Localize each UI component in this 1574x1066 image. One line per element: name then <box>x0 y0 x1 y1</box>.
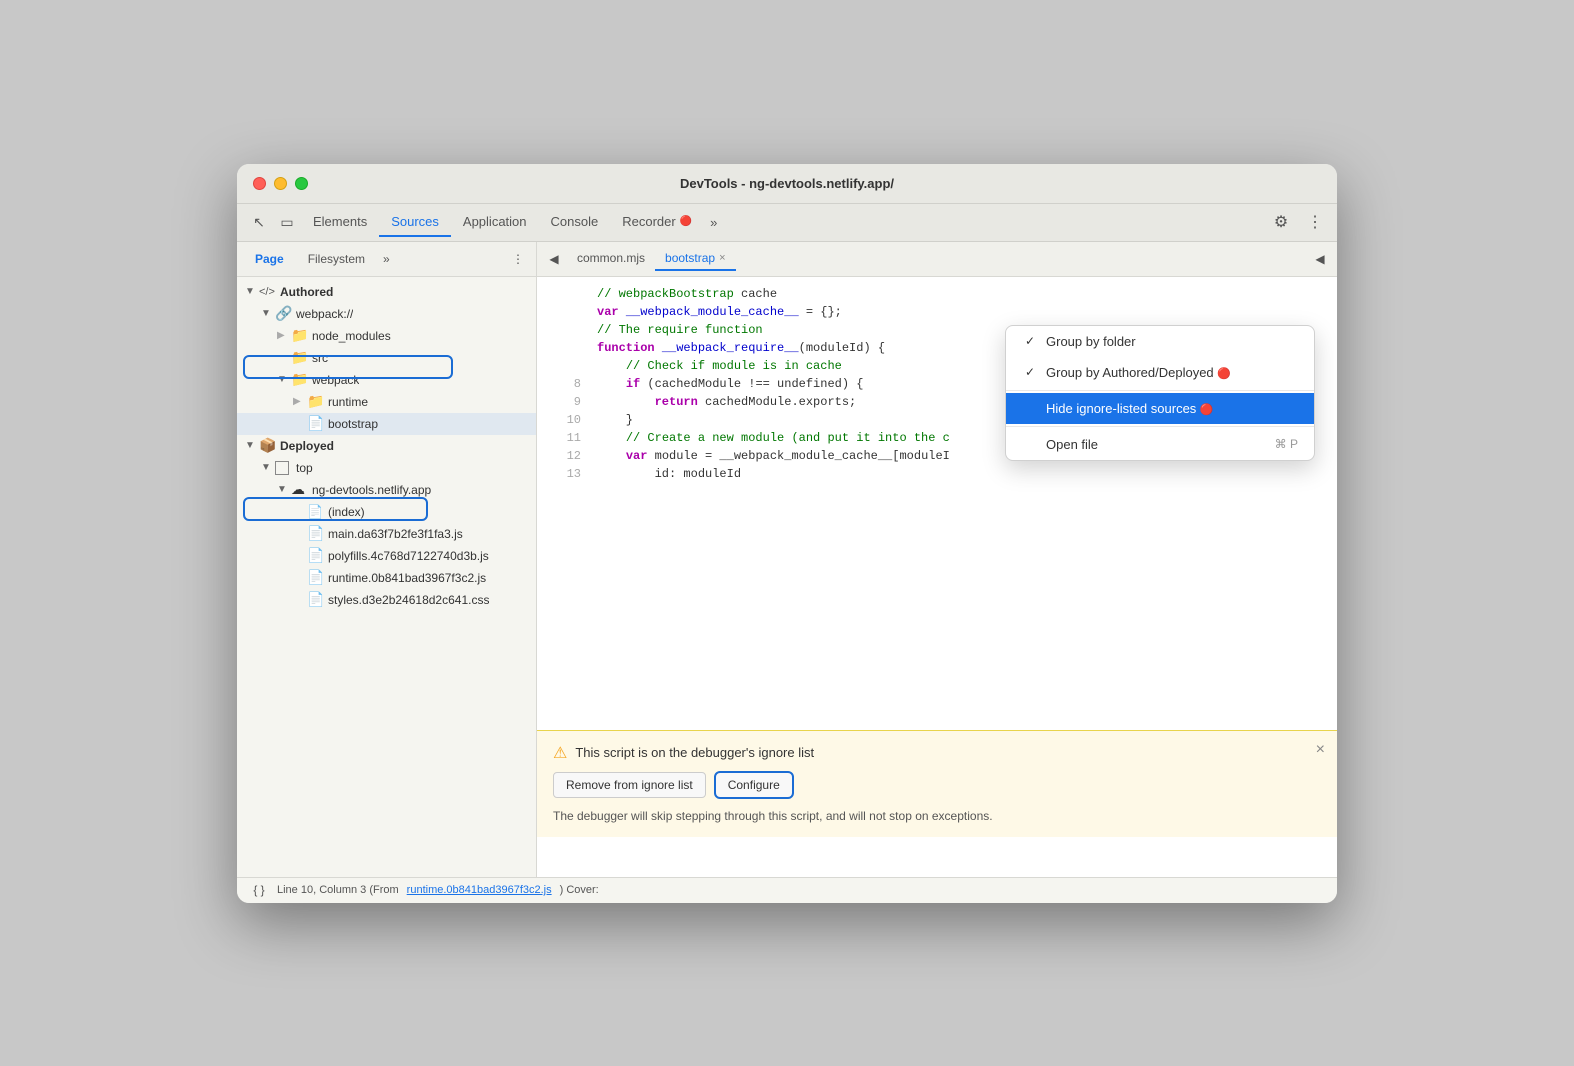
tree-item-bootstrap[interactable]: 📄 bootstrap <box>237 413 536 435</box>
tab-recorder[interactable]: Recorder 🔴 <box>610 208 704 237</box>
tab-application[interactable]: Application <box>451 208 539 237</box>
settings-icon[interactable]: ⚙ <box>1267 208 1295 236</box>
menu-item-group-authored[interactable]: ✓ Group by Authored/Deployed 🔴 <box>1006 357 1314 388</box>
tree-item-top[interactable]: ▼ top <box>237 457 536 479</box>
tree-item-node-modules[interactable]: ▶ 📁 node_modules <box>237 325 536 347</box>
minimize-button[interactable] <box>274 177 287 190</box>
collapse-right-icon[interactable]: ◀ <box>1307 246 1333 272</box>
tree-item-polyfills[interactable]: 📄 polyfills.4c768d7122740d3b.js <box>237 545 536 567</box>
tree-item-deployed[interactable]: ▼ 📦 Deployed <box>237 435 536 457</box>
code-line-13: 13 id: moduleId <box>537 465 1337 483</box>
maximize-button[interactable] <box>295 177 308 190</box>
menu-item-open-file[interactable]: Open file ⌘ P <box>1006 429 1314 460</box>
remove-from-ignore-button[interactable]: Remove from ignore list <box>553 772 706 798</box>
tree-item-main[interactable]: 📄 main.da63f7b2fe3f1fa3.js <box>237 523 536 545</box>
tree-item-webpack-root[interactable]: ▼ 🔗 webpack:// <box>237 303 536 325</box>
tree-item-runtime-js[interactable]: 📄 runtime.0b841bad3967f3c2.js <box>237 567 536 589</box>
collapse-left-icon[interactable]: ◀ <box>541 246 567 272</box>
window-title: DevTools - ng-devtools.netlify.app/ <box>680 176 894 191</box>
tab-console[interactable]: Console <box>539 208 611 237</box>
menu-item-group-folder[interactable]: ✓ Group by folder <box>1006 326 1314 357</box>
tab-elements[interactable]: Elements <box>301 208 379 237</box>
ignore-banner-title: ⚠ This script is on the debugger's ignor… <box>553 743 1321 763</box>
tree-item-authored[interactable]: ▼ </> Authored <box>237 281 536 303</box>
tab-page[interactable]: Page <box>245 248 294 270</box>
menu-divider-2 <box>1006 426 1314 427</box>
status-bar: { } Line 10, Column 3 (From runtime.0b84… <box>237 877 1337 903</box>
context-menu: ✓ Group by folder ✓ Group by Authored/De… <box>1005 325 1315 461</box>
ignore-banner: × ⚠ This script is on the debugger's ign… <box>537 730 1337 837</box>
code-tabs-bar: ◀ common.mjs bootstrap × ◀ <box>537 242 1337 276</box>
code-line-1: // webpackBootstrap cache <box>537 285 1337 303</box>
secondary-tab-menu[interactable]: ⋮ <box>508 250 528 268</box>
tab-bootstrap[interactable]: bootstrap × <box>655 247 735 271</box>
more-options-icon[interactable]: ⋮ <box>1301 208 1329 236</box>
tree-item-netlify[interactable]: ▼ ☁ ng-devtools.netlify.app <box>237 479 536 501</box>
tree-item-webpack[interactable]: ▼ 📁 webpack <box>237 369 536 391</box>
menu-divider <box>1006 390 1314 391</box>
traffic-lights <box>253 177 308 190</box>
devtools-tabs-bar: ↖ ▭ Elements Sources Application Console… <box>237 204 1337 242</box>
more-tabs-button[interactable]: » <box>704 211 723 234</box>
more-secondary-tabs[interactable]: » <box>379 250 394 268</box>
devtools-window: DevTools - ng-devtools.netlify.app/ ↖ ▭ … <box>237 164 1337 903</box>
warning-icon: ⚠ <box>553 743 567 763</box>
main-area: ▼ </> Authored ▼ 🔗 webpack:// ▶ 📁 node_m… <box>237 277 1337 877</box>
banner-close-button[interactable]: × <box>1316 741 1325 759</box>
tree-item-src[interactable]: 📁 src <box>237 347 536 369</box>
title-bar: DevTools - ng-devtools.netlify.app/ <box>237 164 1337 204</box>
ignore-banner-description: The debugger will skip stepping through … <box>553 807 1321 825</box>
tree-item-index[interactable]: 📄 (index) <box>237 501 536 523</box>
file-tree-panel: ▼ </> Authored ▼ 🔗 webpack:// ▶ 📁 node_m… <box>237 277 537 877</box>
configure-button[interactable]: Configure <box>714 771 794 799</box>
tab-common-mjs[interactable]: common.mjs <box>567 247 655 271</box>
devtools-settings: ⚙ ⋮ <box>1267 208 1329 236</box>
code-line-2: var __webpack_module_cache__ = {}; <box>537 303 1337 321</box>
mobile-icon[interactable]: ▭ <box>273 208 301 236</box>
tab-sources[interactable]: Sources <box>379 208 451 237</box>
close-button[interactable] <box>253 177 266 190</box>
tree-item-styles[interactable]: 📄 styles.d3e2b24618d2c641.css <box>237 589 536 611</box>
runtime-link[interactable]: runtime.0b841bad3967f3c2.js <box>407 884 552 896</box>
tree-item-runtime[interactable]: ▶ 📁 runtime <box>237 391 536 413</box>
ignore-banner-actions: Remove from ignore list Configure <box>553 771 1321 799</box>
code-panel: // webpackBootstrap cache var __webpack_… <box>537 277 1337 877</box>
menu-item-hide-ignore[interactable]: Hide ignore-listed sources 🔴 <box>1006 393 1314 424</box>
cursor-icon[interactable]: ↖ <box>245 208 273 236</box>
format-button[interactable]: { } <box>249 880 269 900</box>
tab-filesystem[interactable]: Filesystem <box>298 248 375 270</box>
close-tab-icon[interactable]: × <box>719 252 725 264</box>
